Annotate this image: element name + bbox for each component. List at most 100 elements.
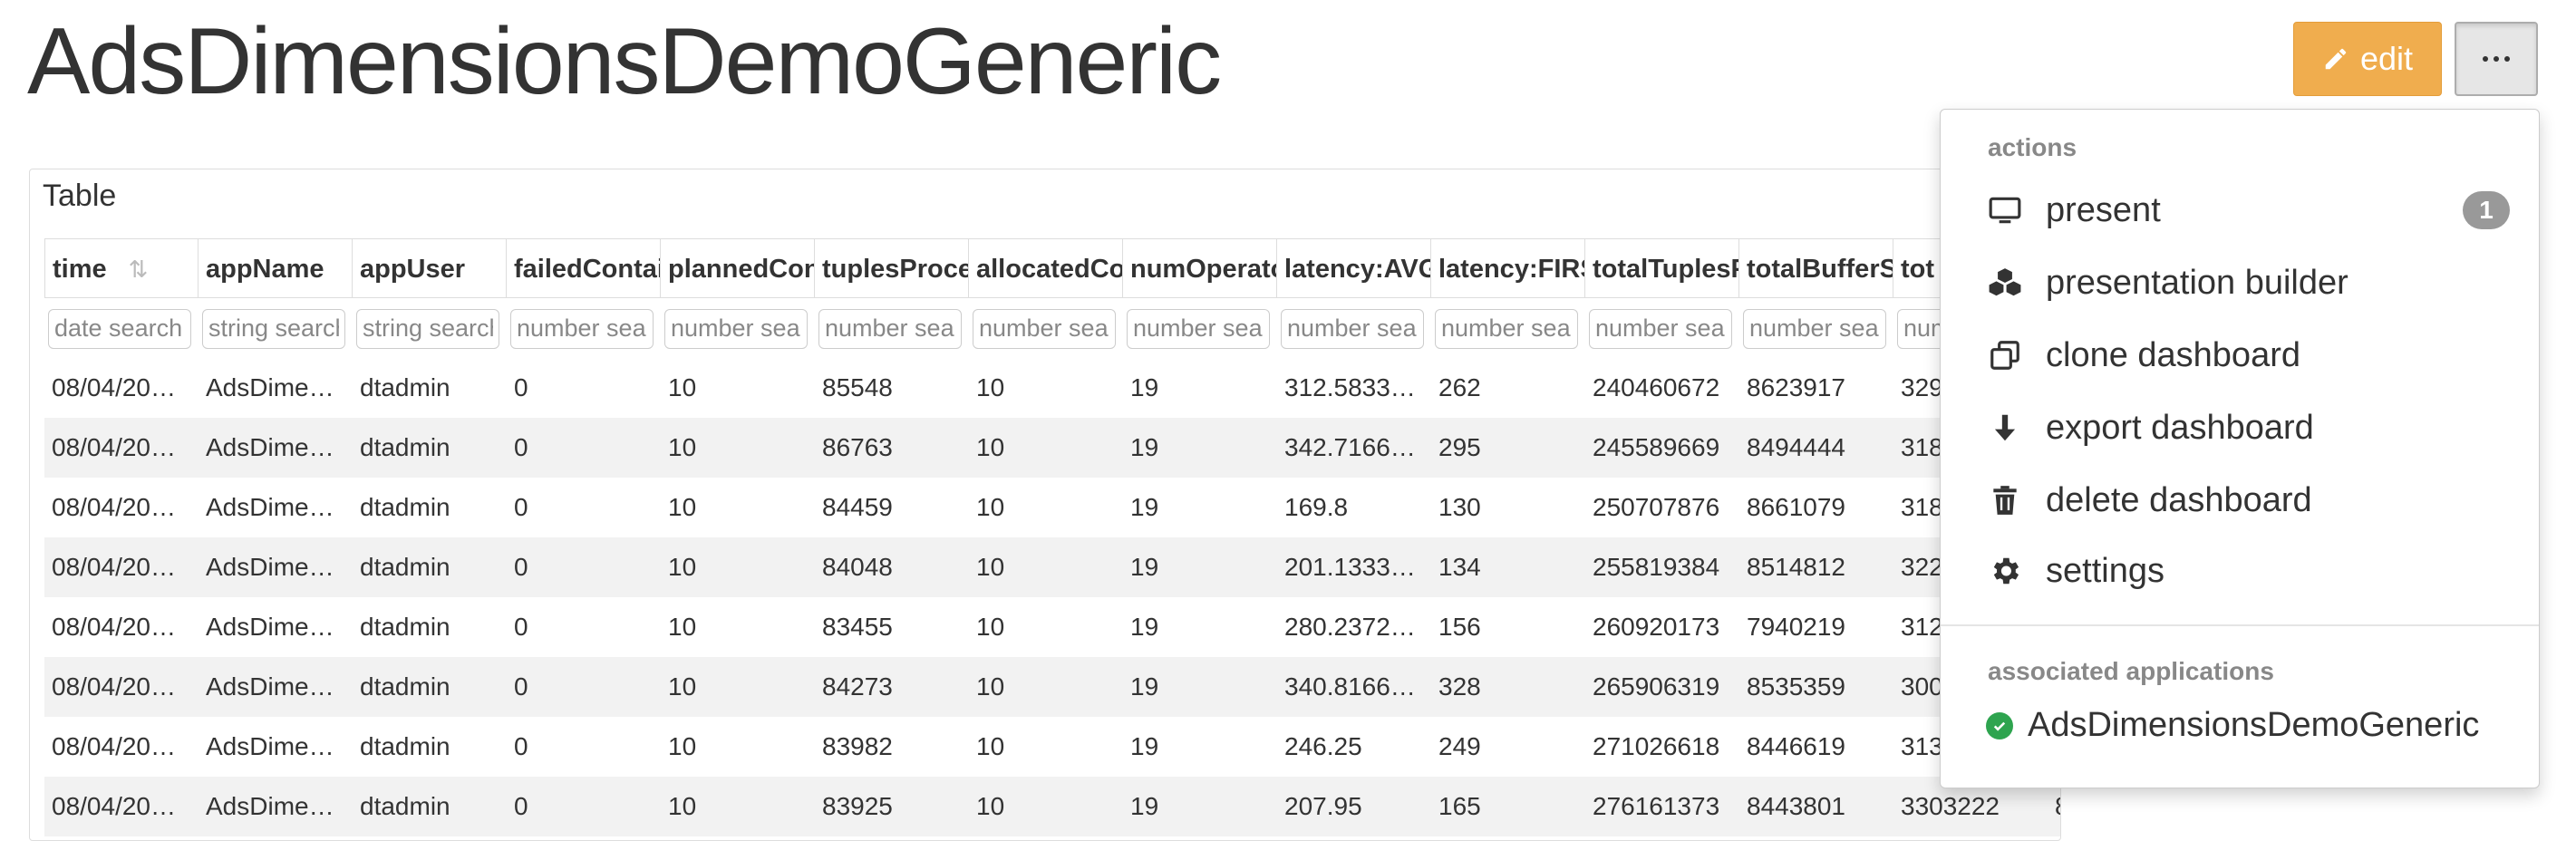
filter-cell xyxy=(44,298,199,358)
menu-item-label: presentation builder xyxy=(2046,263,2348,302)
table-cell: 19 xyxy=(1130,672,1159,701)
table-cell: 156 xyxy=(1438,613,1481,641)
edit-button[interactable]: edit xyxy=(2293,22,2442,96)
table-cell: 83925 xyxy=(822,792,893,820)
sort-icon[interactable]: ⇅ xyxy=(129,256,149,283)
column-header[interactable]: totalBufferServer xyxy=(1739,238,1893,298)
table-cell: 08/04/20… xyxy=(52,433,176,461)
table-filter-row xyxy=(44,298,2060,358)
table-cell: 08/04/20… xyxy=(52,732,176,760)
table-cell: 250707876 xyxy=(1593,493,1720,521)
table-cell: 10 xyxy=(976,373,1005,401)
menu-item-label: delete dashboard xyxy=(2046,480,2312,519)
associated-app-link[interactable]: AdsDimensionsDemoGeneric xyxy=(1986,706,2479,745)
table-cell: 0 xyxy=(514,792,528,820)
column-search-input[interactable] xyxy=(1281,308,1424,349)
menu-item-delete-dashboard[interactable]: delete dashboard xyxy=(1984,469,2510,532)
table-row: 08/04/20… AdsDime… dtadmin 0 10 86763 10 19 342.… xyxy=(44,418,2060,478)
table-cell: 255819384 xyxy=(1593,553,1720,581)
column-header-label: tuplesProcessed xyxy=(822,255,969,284)
table-cell: 280.2372… xyxy=(1284,613,1416,641)
column-header[interactable]: numOperators xyxy=(1123,238,1277,298)
column-search-input[interactable] xyxy=(664,308,808,349)
column-header[interactable]: appUser xyxy=(353,238,507,298)
column-search-input[interactable] xyxy=(1743,308,1886,349)
filter-cell xyxy=(661,298,815,358)
column-search-input[interactable] xyxy=(356,308,499,349)
table-cell: 340.8166… xyxy=(1284,672,1416,701)
table-cell: 10 xyxy=(668,672,697,701)
table-cell: AdsDime… xyxy=(206,672,334,701)
more-actions-button[interactable] xyxy=(2455,22,2538,96)
table-cell: 0 xyxy=(514,433,528,461)
menu-item-settings[interactable]: settings xyxy=(1984,539,2510,603)
table-cell: 10 xyxy=(668,732,697,760)
table-cell: 10 xyxy=(668,493,697,521)
trash-icon xyxy=(1984,479,2026,521)
table-row: 08/04/20… AdsDime… dtadmin 0 10 84273 10 19 340.… xyxy=(44,657,2060,717)
table-cell: 19 xyxy=(1130,373,1159,401)
column-header-label: appName xyxy=(206,255,324,284)
pencil-icon xyxy=(2325,48,2347,70)
filter-cell xyxy=(199,298,353,358)
menu-item-export-dashboard[interactable]: export dashboard xyxy=(1984,396,2510,459)
column-header[interactable]: latency:FIRST xyxy=(1431,238,1585,298)
table-cell: 165 xyxy=(1438,792,1481,820)
column-search-input[interactable] xyxy=(202,308,345,349)
table-cell: 207.95 xyxy=(1284,792,1362,820)
column-header[interactable]: time ⇅ xyxy=(44,238,199,298)
table-cell: 8494444 xyxy=(1747,433,1846,461)
column-search-input[interactable] xyxy=(818,308,962,349)
table-cell: 08/04/20… xyxy=(52,373,176,401)
table-cell: 130 xyxy=(1438,493,1481,521)
table-cell: AdsDime… xyxy=(206,433,334,461)
table-cell: 8443801 xyxy=(1747,792,1846,820)
column-search-input[interactable] xyxy=(1435,308,1578,349)
cubes-icon xyxy=(1984,262,2026,304)
table-cell: 10 xyxy=(976,672,1005,701)
table-cell: 295 xyxy=(1438,433,1481,461)
arrow-down-icon xyxy=(1984,407,2026,449)
table-row: 08/04/20… AdsDime… dtadmin 0 10 83925 10 19 207.… xyxy=(44,777,2060,836)
menu-header-associated-applications: associated applications xyxy=(1988,657,2274,685)
table-cell: dtadmin xyxy=(360,373,450,401)
table-row: 08/04/20… AdsDime… dtadmin 0 10 84048 10 19 201.… xyxy=(44,537,2060,597)
column-search-input[interactable] xyxy=(973,308,1116,349)
menu-item-presentation-builder[interactable]: presentation builder xyxy=(1984,251,2510,314)
table-cell: 201.1333… xyxy=(1284,553,1416,581)
menu-item-label: present xyxy=(2046,190,2161,229)
filter-cell xyxy=(1585,298,1739,358)
column-header-label: allocatedContainers xyxy=(976,255,1123,284)
table-cell: 83982 xyxy=(822,732,893,760)
menu-item-clone-dashboard[interactable]: clone dashboard xyxy=(1984,324,2510,387)
table-cell: 19 xyxy=(1130,433,1159,461)
table-cell: dtadmin xyxy=(360,553,450,581)
column-header[interactable]: totalTuplesProcessed xyxy=(1585,238,1739,298)
table-cell: 10 xyxy=(668,373,697,401)
column-header[interactable]: appName xyxy=(199,238,353,298)
table-row: 08/04/20… AdsDime… dtadmin 0 10 83455 10 19 280.… xyxy=(44,597,2060,657)
column-header[interactable]: failedContainers xyxy=(507,238,661,298)
dashboard-actions-menu: actions present 1 presentation builder c… xyxy=(1940,109,2540,788)
menu-header-actions: actions xyxy=(1988,133,2077,161)
table-cell: 10 xyxy=(668,613,697,641)
table-cell: 312.5833… xyxy=(1284,373,1416,401)
ellipsis-icon xyxy=(2483,56,2488,62)
column-search-input[interactable] xyxy=(1127,308,1270,349)
gear-icon xyxy=(1984,550,2026,592)
table-cell: 08/04/20… xyxy=(52,672,176,701)
column-header[interactable]: latency:AVG xyxy=(1277,238,1431,298)
table-cell: 342.7166… xyxy=(1284,433,1416,461)
menu-item-present[interactable]: present 1 xyxy=(1984,179,2510,242)
table-cell: 134 xyxy=(1438,553,1481,581)
column-header[interactable]: allocatedContainers xyxy=(969,238,1123,298)
table-cell: dtadmin xyxy=(360,433,450,461)
column-header[interactable]: tuplesProcessed xyxy=(815,238,969,298)
menu-item-label: clone dashboard xyxy=(2046,335,2300,374)
table-cell: 19 xyxy=(1130,613,1159,641)
table-cell: 276161373 xyxy=(1593,792,1720,820)
column-search-input[interactable] xyxy=(1589,308,1732,349)
column-search-input[interactable] xyxy=(48,308,191,349)
column-search-input[interactable] xyxy=(510,308,654,349)
column-header[interactable]: plannedContainers xyxy=(661,238,815,298)
